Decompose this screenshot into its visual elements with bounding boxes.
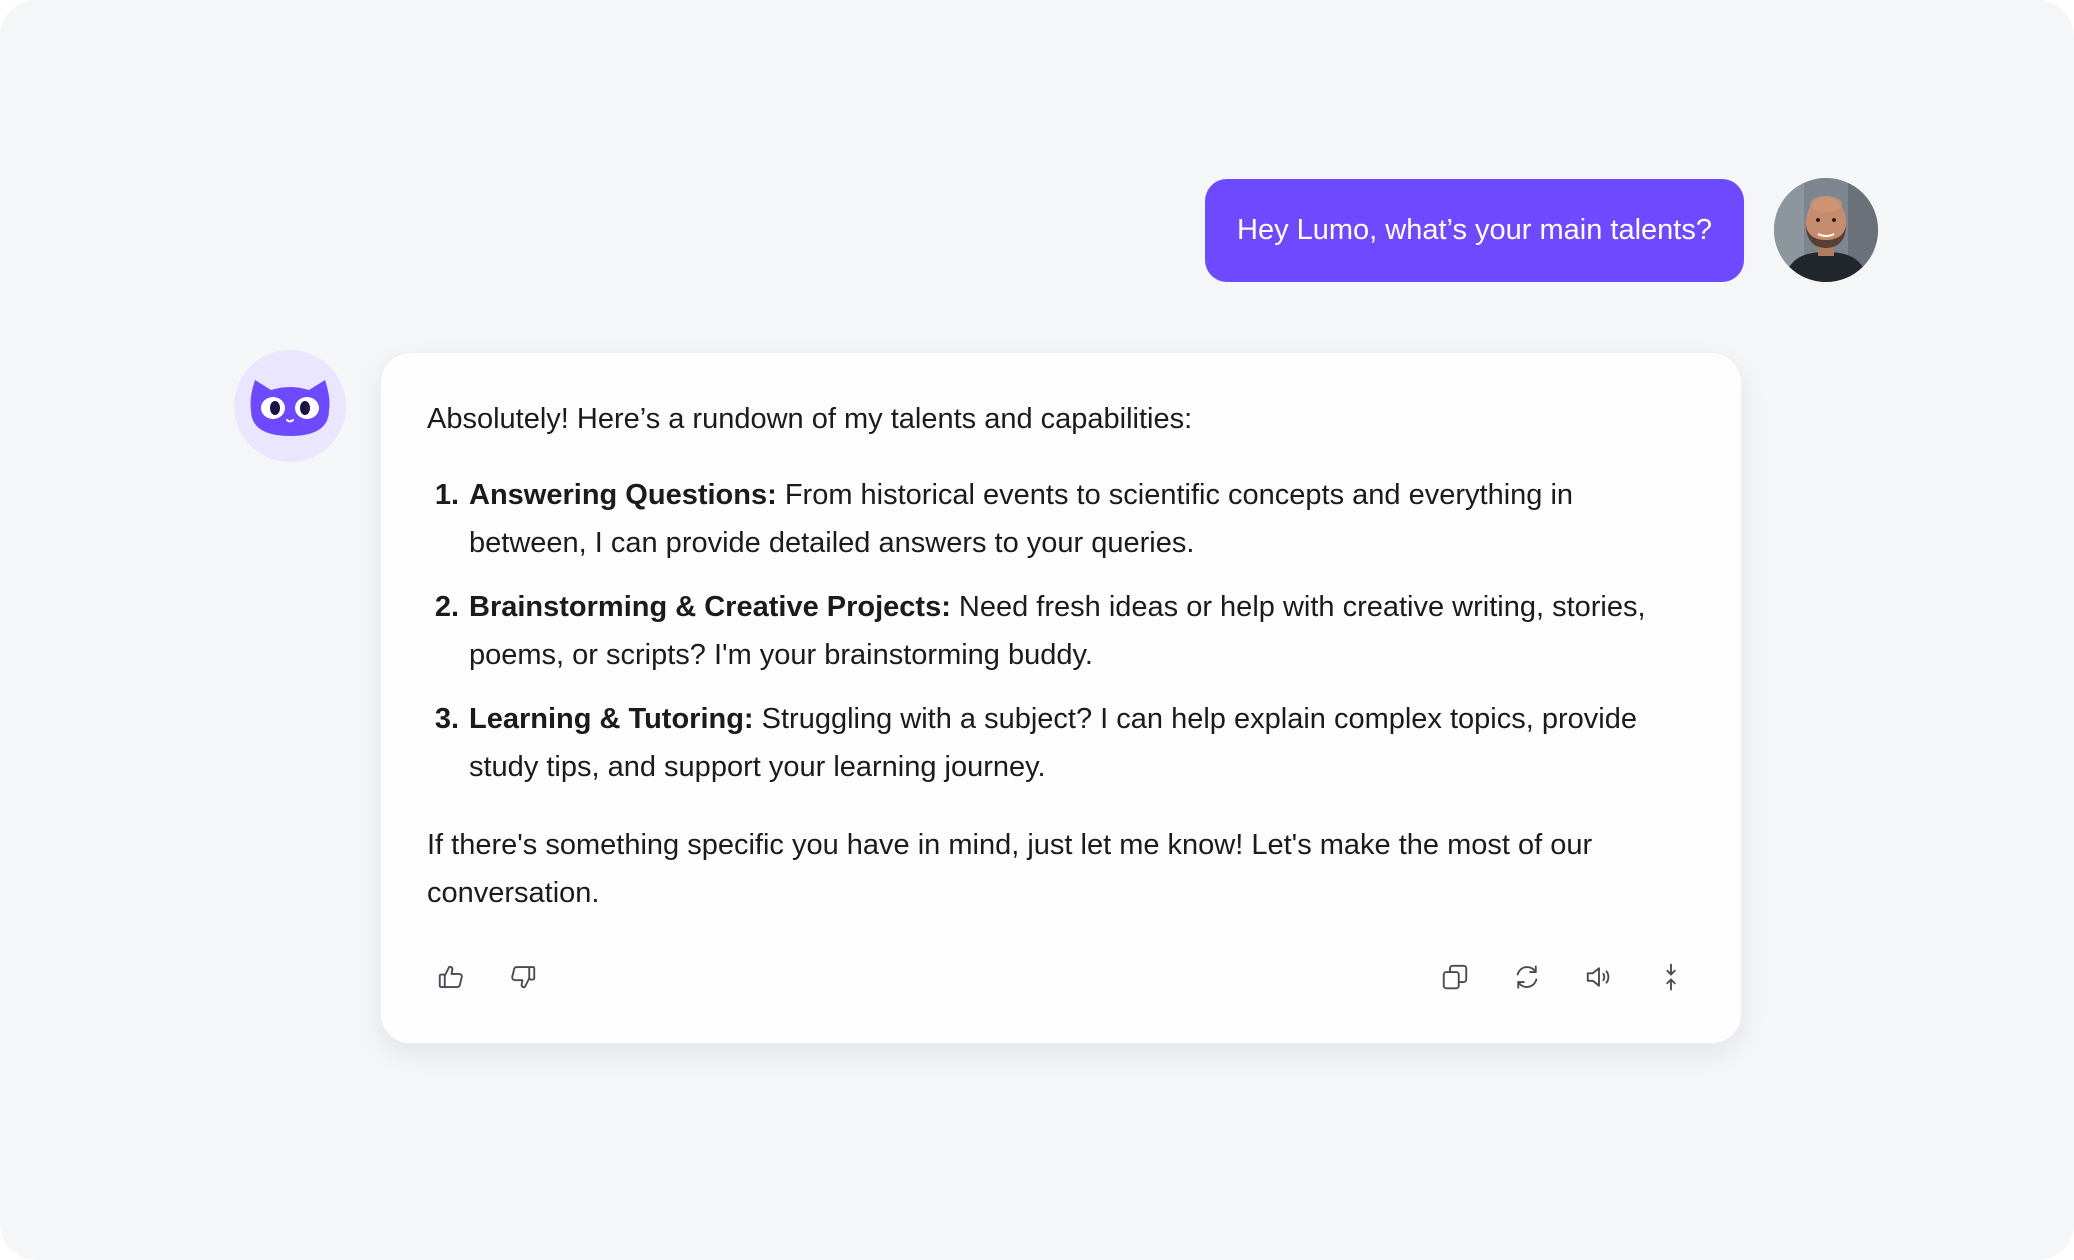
list-item: 2. Brainstorming & Creative Projects: Ne… bbox=[427, 583, 1695, 679]
user-message-bubble: Hey Lumo, what’s your main talents? bbox=[1205, 178, 1744, 282]
list-item-title: Learning & Tutoring: bbox=[469, 703, 754, 735]
copy-icon bbox=[1442, 964, 1468, 990]
speaker-icon bbox=[1586, 967, 1610, 987]
list-item-title: Answering Questions: bbox=[469, 479, 777, 511]
assistant-intro: Absolutely! Here’s a rundown of my talen… bbox=[427, 403, 1193, 435]
app-background: Hey Lumo, what’s your main talents? Abso… bbox=[0, 0, 2074, 1260]
assistant-avatar bbox=[234, 350, 346, 462]
lumo-cat-icon bbox=[250, 380, 330, 436]
list-item-title: Brainstorming & Creative Projects: bbox=[469, 591, 951, 623]
collapse-button[interactable] bbox=[1647, 953, 1695, 1001]
thumbs-down-icon bbox=[511, 966, 536, 989]
collapse-icon bbox=[1666, 963, 1676, 991]
assistant-outro: If there's something specific you have i… bbox=[427, 829, 1593, 909]
copy-button[interactable] bbox=[1431, 953, 1479, 1001]
user-avatar bbox=[1774, 178, 1878, 282]
regenerate-icon bbox=[1516, 965, 1538, 989]
list-item-number: 1. bbox=[434, 479, 459, 511]
list-item-number: 2. bbox=[434, 591, 459, 623]
talents-list: 1. Answering Questions: From historical … bbox=[427, 471, 1695, 791]
user-message-row: Hey Lumo, what’s your main talents? bbox=[1205, 178, 1878, 282]
regenerate-button[interactable] bbox=[1503, 953, 1551, 1001]
list-item: 3. Learning & Tutoring: Struggling with … bbox=[427, 695, 1695, 791]
user-photo-icon bbox=[1774, 178, 1878, 282]
assistant-message-card: Absolutely! Here’s a rundown of my talen… bbox=[380, 352, 1742, 1044]
message-actions-bar bbox=[427, 953, 1695, 1009]
thumbs-up-icon bbox=[438, 965, 463, 988]
list-item-number: 3. bbox=[434, 703, 459, 735]
list-item: 1. Answering Questions: From historical … bbox=[427, 471, 1695, 567]
read-aloud-button[interactable] bbox=[1575, 953, 1623, 1001]
thumbs-up-button[interactable] bbox=[427, 953, 475, 1001]
thumbs-down-button[interactable] bbox=[499, 953, 547, 1001]
